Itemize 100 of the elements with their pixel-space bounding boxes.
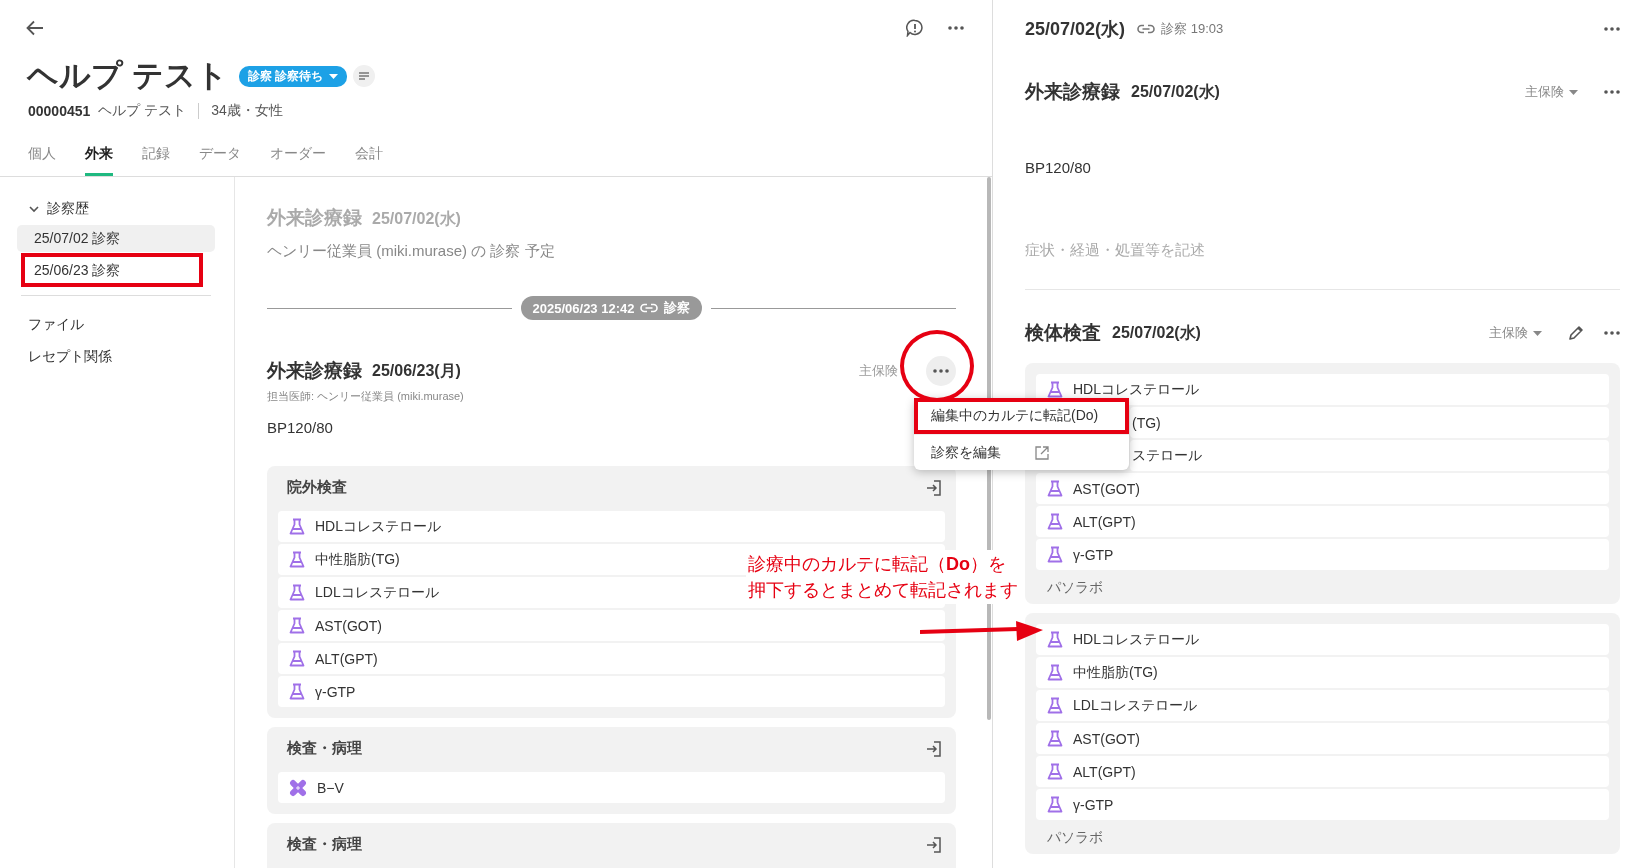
order-row[interactable]: HDLコレステロール: [278, 511, 945, 542]
order-label: AST(GOT): [1073, 730, 1140, 747]
order-label: AST(GOT): [315, 617, 382, 634]
flask-icon: [1047, 480, 1063, 497]
record-date: 25/07/02(水): [1131, 81, 1220, 102]
flask-icon: [289, 683, 305, 700]
record-date: 25/06/23(月): [372, 360, 461, 381]
insurance-dropdown[interactable]: 主保険: [1525, 83, 1578, 101]
flask-icon: [289, 617, 305, 634]
more-icon[interactable]: [1604, 331, 1620, 335]
flask-icon: [1047, 697, 1063, 714]
order-row[interactable]: (TG): [1130, 407, 1609, 438]
caret-icon: [1533, 330, 1542, 336]
order-row[interactable]: 中性脂肪(TG): [1036, 657, 1609, 688]
order-label: HDLコレステロール: [1073, 630, 1199, 649]
tab[interactable]: データ: [199, 132, 241, 176]
order-label: 中性脂肪(TG): [315, 550, 400, 569]
tab[interactable]: オーダー: [270, 132, 326, 176]
more-icon[interactable]: [1604, 27, 1620, 31]
order-row[interactable]: ALT(GPT): [278, 643, 945, 674]
history-item[interactable]: 25/07/02 診察: [17, 225, 215, 252]
flask-icon: [1047, 763, 1063, 780]
tab[interactable]: 外来: [85, 132, 113, 176]
more-icon[interactable]: [948, 26, 964, 30]
order-row[interactable]: B−V: [278, 772, 945, 803]
order-label: ALT(GPT): [315, 650, 378, 667]
order-card-title: 院外検査: [287, 478, 347, 497]
flask-icon: [1047, 513, 1063, 530]
flask-icon: [1047, 546, 1063, 563]
back-arrow-icon[interactable]: [26, 20, 44, 36]
order-row[interactable]: LDLコレステロール: [1036, 690, 1609, 721]
record-title: 外来診療録: [267, 206, 362, 230]
record-note: BP120/80: [267, 419, 334, 438]
record-date: 25/07/02(水): [372, 209, 461, 229]
order-row[interactable]: γ-GTP: [1036, 789, 1609, 820]
insurance-dropdown[interactable]: 主保険: [1489, 324, 1542, 342]
menu-item[interactable]: 編集中のカルテに転記(Do): [914, 398, 1129, 434]
order-label: 中性脂肪(TG): [1073, 663, 1158, 682]
visit-link[interactable]: 診察 19:03: [1137, 20, 1224, 38]
flask-icon: [289, 518, 305, 535]
order-label: ステロール: [1132, 446, 1202, 465]
lab-vendor-label: パソラボ: [1046, 578, 1104, 597]
sidebar-link[interactable]: レセプト関係: [17, 340, 112, 372]
tab[interactable]: 会計: [355, 132, 383, 176]
order-label: LDLコレステロール: [315, 583, 439, 602]
order-label: HDLコレステロール: [315, 517, 441, 536]
history-item[interactable]: 25/06/23 診察: [21, 253, 203, 287]
more-icon[interactable]: [1604, 90, 1620, 94]
link-icon: [640, 303, 659, 313]
order-row[interactable]: γ-GTP: [278, 676, 945, 707]
insurance-label: 主保険: [859, 362, 898, 380]
tab[interactable]: 個人: [28, 132, 56, 176]
visit-separator-pill: 2025/06/23 12:42 診察: [520, 296, 703, 320]
menu-item[interactable]: 診察を編集: [914, 434, 1129, 470]
order-row[interactable]: AST(GOT): [1036, 473, 1609, 504]
age-sex: 34歳・女性: [211, 102, 283, 120]
history-group[interactable]: 診察歴: [17, 195, 89, 223]
alert-icon[interactable]: [906, 19, 924, 37]
flask-icon: [1047, 381, 1063, 398]
flask-icon: [289, 584, 305, 601]
order-row[interactable]: AST(GOT): [278, 610, 945, 641]
more-button[interactable]: [926, 356, 956, 386]
tab[interactable]: 記録: [142, 132, 170, 176]
lab-vendor-label: パソラボ: [1046, 828, 1104, 847]
order-row[interactable]: ALT(GPT): [1036, 756, 1609, 787]
order-label: (TG): [1132, 414, 1161, 431]
order-label: γ-GTP: [1073, 796, 1114, 813]
order-card-title: 検査・病理: [287, 835, 362, 854]
sidebar-link[interactable]: ファイル: [17, 308, 84, 340]
order-row[interactable]: ステロール: [1130, 440, 1609, 471]
import-icon[interactable]: [925, 835, 943, 854]
order-row[interactable]: HDLコレステロール: [1036, 374, 1609, 405]
flask-icon: [289, 650, 305, 667]
external-link-icon: [1035, 445, 1049, 460]
caret-icon: [1569, 89, 1578, 95]
flask-icon: [1047, 730, 1063, 747]
order-row[interactable]: HDLコレステロール: [1036, 624, 1609, 655]
order-label: γ-GTP: [315, 683, 356, 700]
flask-icon: [1047, 631, 1063, 648]
order-label: HDLコレステロール: [1073, 380, 1199, 399]
order-row[interactable]: AST(GOT): [1036, 723, 1609, 754]
order-row[interactable]: ALT(GPT): [1036, 506, 1609, 537]
list-icon[interactable]: [352, 65, 375, 87]
import-icon[interactable]: [925, 478, 943, 497]
import-icon[interactable]: [925, 739, 943, 758]
flask-icon: [289, 551, 305, 568]
order-label: ALT(GPT): [1073, 763, 1136, 780]
order-label: γ-GTP: [1073, 546, 1114, 563]
visit-date: 25/07/02(水): [1025, 18, 1126, 41]
order-row[interactable]: γ-GTP: [1036, 539, 1609, 570]
section-title: 検体検査: [1025, 321, 1101, 345]
order-label: B−V: [317, 779, 344, 796]
patient-name-title: ヘルプ テスト: [27, 57, 228, 95]
more-icon[interactable]: [933, 369, 949, 373]
order-card-title: 検査・病理: [287, 739, 362, 758]
pencil-icon[interactable]: [1568, 325, 1584, 341]
record-title: 外来診療録: [267, 359, 362, 383]
record-title: 外来診療録: [1025, 80, 1120, 104]
notes-field[interactable]: 症状・経過・処置等を記述: [1025, 241, 1620, 265]
callout-text: 診療中のカルテに転記（Do）を 押下するとまとめて転記されます: [748, 553, 1018, 602]
